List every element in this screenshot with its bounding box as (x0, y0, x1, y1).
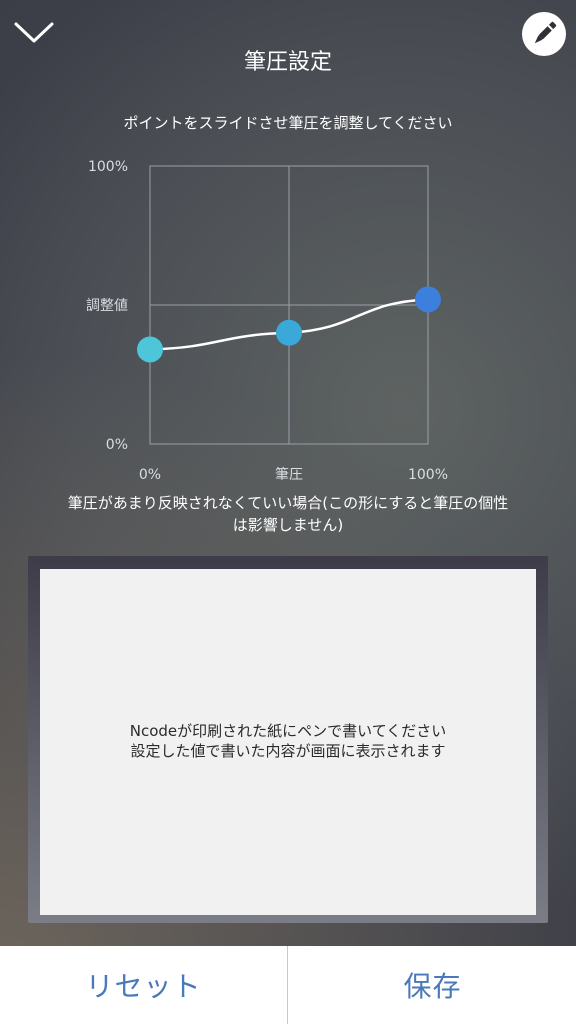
pressure-note-line1: 筆圧があまり反映されなくていい場合(この形にすると筆圧の個性 (67, 494, 509, 512)
reset-button[interactable]: リセット (0, 946, 287, 1024)
page-title: 筆圧設定 (243, 50, 332, 75)
pressure-chart[interactable]: 100% 調整値 0% 0% 筆圧 100% (70, 150, 470, 490)
control-point-2[interactable] (276, 319, 302, 346)
save-button[interactable]: 保存 (289, 946, 576, 1024)
pressure-note-line2: は影響しません) (232, 516, 344, 534)
control-point-3[interactable] (415, 286, 441, 313)
writing-pad-instructions: Ncodeが印刷された紙にペンで書いてください 設定した値で書いた内容が画面に表… (40, 721, 536, 761)
control-point-1[interactable] (137, 336, 163, 363)
button-divider (287, 946, 288, 1024)
writing-pad-line1: Ncodeが印刷された紙にペンで書いてください (129, 722, 447, 740)
writing-pad[interactable]: Ncodeが印刷された紙にペンで書いてください 設定した値で書いた内容が画面に表… (40, 569, 536, 915)
y-tick-label: 0% (106, 437, 128, 453)
x-tick-label: 0% (139, 467, 161, 483)
top-bar: 筆圧設定 (0, 0, 576, 100)
writing-pad-line2: 設定した値で書いた内容が画面に表示されます (130, 742, 446, 760)
x-tick-label: 筆圧 (275, 467, 303, 483)
x-tick-label: 100% (408, 467, 448, 483)
pen-icon (534, 21, 557, 44)
y-tick-label: 100% (88, 159, 128, 175)
pressure-chart-svg[interactable]: 100% 調整値 0% 0% 筆圧 100% (70, 150, 470, 490)
pressure-note: 筆圧があまり反映されなくていい場合(この形にすると筆圧の個性 は影響しません) (30, 492, 546, 536)
bottom-action-bar: リセット 保存 (0, 946, 576, 1024)
pen-settings-button[interactable] (522, 12, 566, 56)
instruction-text: ポイントをスライドさせ筆圧を調整してください (123, 114, 453, 132)
y-tick-label: 調整値 (86, 298, 128, 314)
chevron-down-icon[interactable] (12, 14, 56, 48)
